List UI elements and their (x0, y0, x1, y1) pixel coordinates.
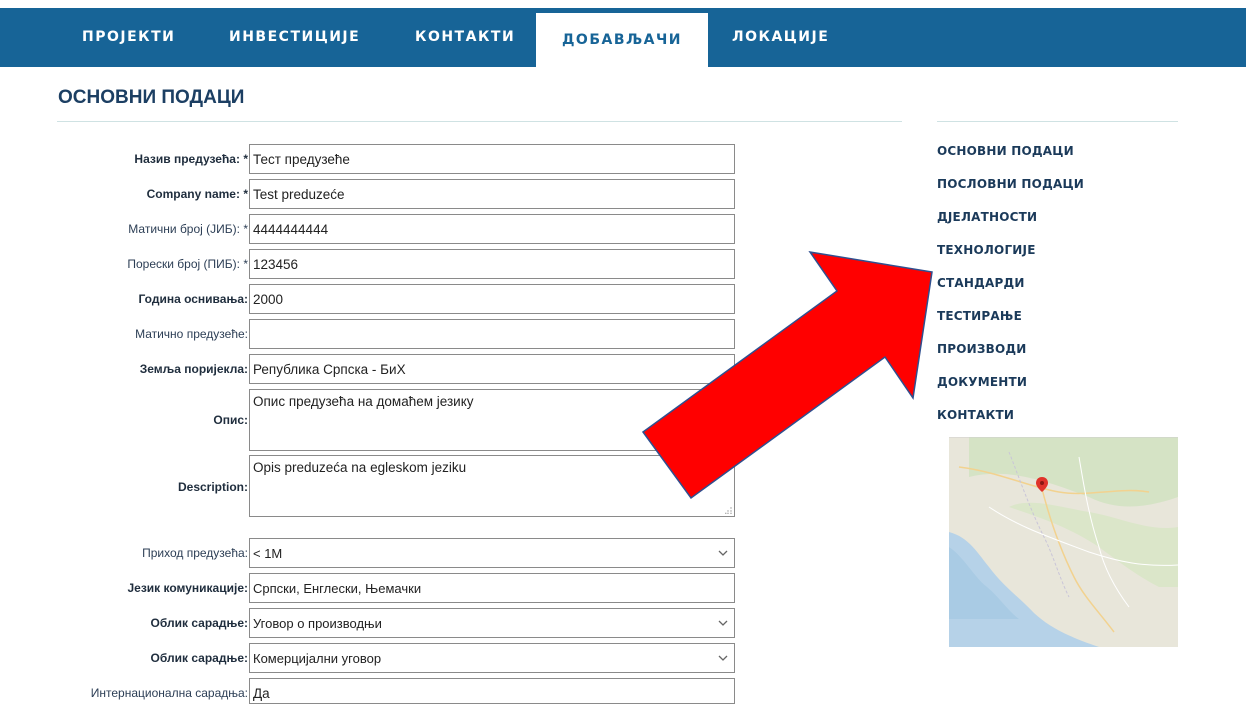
company-name-label: Company name: * (146, 187, 248, 201)
sidebar-item-testing[interactable]: ТЕСТИРАЊЕ (937, 309, 1022, 323)
description-label: Description: (177, 480, 248, 494)
chevron-down-icon (718, 550, 728, 556)
top-navigation-bar: ПРОЈЕКТИ ИНВЕСТИЦИЈЕ КОНТАКТИ ДОБАВЉАЧИ … (0, 8, 1246, 67)
parent-company-input[interactable] (249, 319, 735, 349)
founded-input[interactable]: 2000 (249, 284, 735, 314)
cooperation-form-1-selected: Уговор о производњи (253, 616, 382, 631)
tab-projects[interactable]: ПРОЈЕКТИ (82, 8, 175, 67)
tab-investments[interactable]: ИНВЕСТИЦИЈЕ (229, 8, 360, 67)
pib-input[interactable]: 123456 (249, 249, 735, 279)
revenue-label: Приход предузећа: (142, 546, 248, 560)
cooperation-form-1-label: Облик сарадње: (150, 616, 248, 630)
title-divider (57, 121, 902, 122)
resize-grip-icon[interactable] (725, 507, 732, 514)
sidebar-item-activities[interactable]: ДЈЕЛАТНОСТИ (937, 210, 1037, 224)
description-textarea[interactable]: Opis preduzeća na egleskom jeziku (249, 455, 735, 517)
description-local-text: Опис предузећа на домаћем језику (253, 394, 474, 409)
tab-suppliers[interactable]: ДОБАВЉАЧИ (536, 13, 708, 67)
parent-company-label: Матично предузеће: (135, 327, 248, 341)
sidebar-item-documents[interactable]: ДОКУМЕНТИ (937, 375, 1027, 389)
country-input[interactable]: Република Српска - БиХ (249, 354, 735, 384)
sidebar-item-contacts[interactable]: КОНТАКТИ (937, 408, 1014, 422)
languages-input[interactable]: Српски, Енглески, Њемачки (249, 573, 735, 603)
company-name-input[interactable]: Test preduzeće (249, 179, 735, 209)
tab-locations[interactable]: ЛОКАЦИЈЕ (732, 8, 829, 67)
description-local-label: Опис: (213, 413, 248, 427)
country-label: Земља поријекла: (139, 362, 248, 376)
sidebar-item-basic-data[interactable]: ОСНОВНИ ПОДАЦИ (937, 144, 1074, 158)
cooperation-form-2-selected: Комерцијални уговор (253, 651, 382, 666)
chevron-down-icon (718, 655, 728, 661)
page-title: ОСНОВНИ ПОДАЦИ (58, 87, 245, 108)
revenue-selected: < 1M (253, 546, 283, 561)
languages-label: Језик комуникације: (127, 581, 248, 595)
location-map[interactable] (949, 437, 1178, 647)
cooperation-form-1-select[interactable]: Уговор о производњи (249, 608, 735, 638)
company-name-local-input[interactable]: Тест предузеће (249, 144, 735, 174)
cooperation-form-2-label: Облик сарадње: (150, 651, 248, 665)
jib-label: Матични број (ЈИБ): * (128, 222, 248, 236)
company-name-local-label: Назив предузећа: * (134, 152, 248, 166)
description-text: Opis preduzeća na egleskom jeziku (253, 460, 467, 475)
sidebar-divider (937, 121, 1178, 122)
founded-label: Година оснивања: (138, 292, 248, 306)
tab-contacts[interactable]: КОНТАКТИ (415, 8, 515, 67)
jib-input[interactable]: 4444444444 (249, 214, 735, 244)
international-label: Интернационална сарадња: (90, 686, 248, 700)
cooperation-form-2-select[interactable]: Комерцијални уговор (249, 643, 735, 673)
sidebar-item-standards[interactable]: СТАНДАРДИ (937, 276, 1025, 290)
sidebar-item-products[interactable]: ПРОИЗВОДИ (937, 342, 1027, 356)
chevron-down-icon (718, 620, 728, 626)
description-local-textarea[interactable]: Опис предузећа на домаћем језику (249, 389, 735, 451)
pib-label: Порески број (ПИБ): * (127, 257, 248, 271)
sidebar-item-technologies[interactable]: ТЕХНОЛОГИЈЕ (937, 243, 1036, 257)
sidebar-item-business-data[interactable]: ПОСЛОВНИ ПОДАЦИ (937, 177, 1084, 191)
revenue-select[interactable]: < 1M (249, 538, 735, 568)
international-input[interactable]: Да (249, 678, 735, 704)
